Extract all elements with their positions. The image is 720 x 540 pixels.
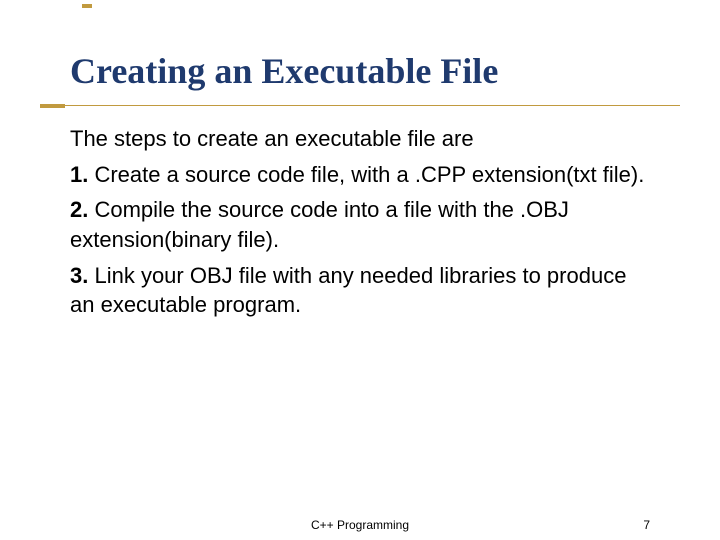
step-text: Create a source code file, with a .CPP e… [88,162,644,187]
slide-title: Creating an Executable File [70,50,650,92]
corner-decoration [82,4,92,8]
footer-center-text: C++ Programming [311,518,409,532]
step-item: 2. Compile the source code into a file w… [70,195,650,254]
step-text: Compile the source code into a file with… [70,197,569,252]
step-number: 3. [70,263,88,288]
step-number: 1. [70,162,88,187]
intro-text: The steps to create an executable file a… [70,124,650,154]
slide: Creating an Executable File The steps to… [0,0,720,540]
page-number: 7 [643,518,650,532]
step-number: 2. [70,197,88,222]
slide-content: The steps to create an executable file a… [70,124,650,320]
step-text: Link your OBJ file with any needed libra… [70,263,626,318]
step-item: 1. Create a source code file, with a .CP… [70,160,650,190]
step-item: 3. Link your OBJ file with any needed li… [70,261,650,320]
